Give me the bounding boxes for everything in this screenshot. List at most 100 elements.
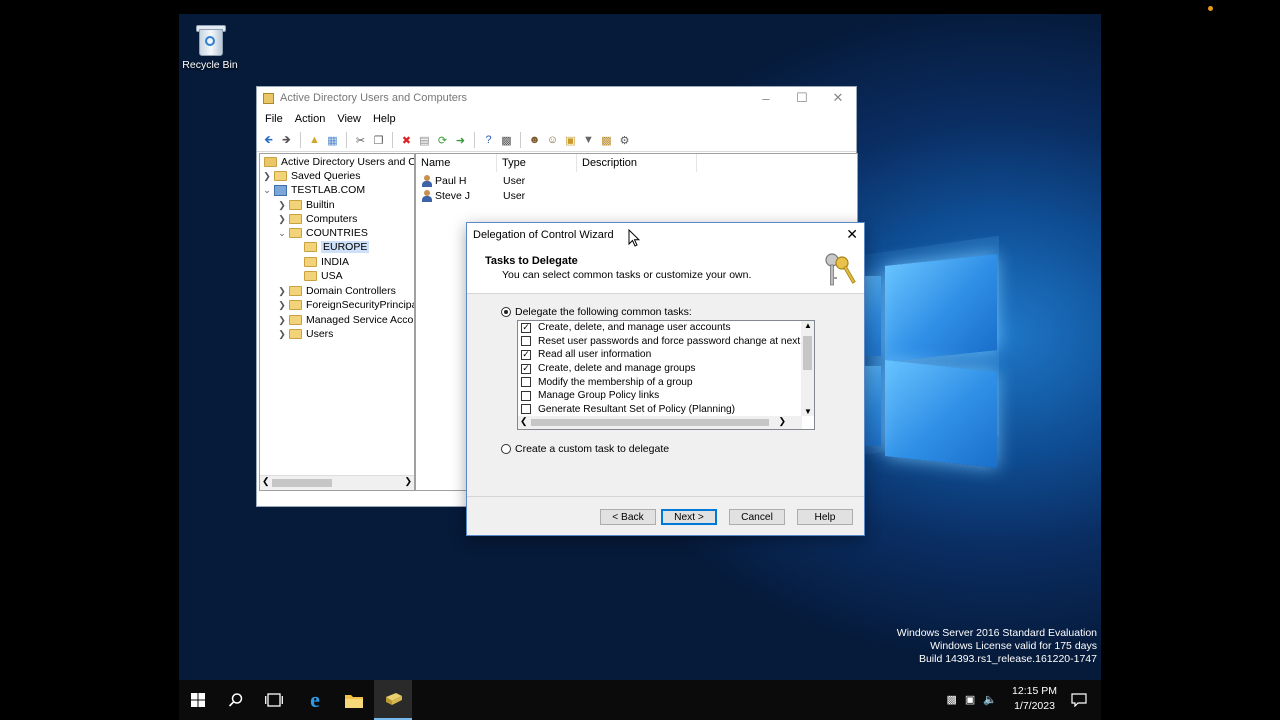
tree-managed[interactable]: ❯ Managed Service Accour	[277, 313, 414, 327]
scroll-up-icon[interactable]: ▲	[804, 321, 812, 330]
up-folder-icon[interactable]: ▲	[307, 133, 322, 148]
new-group-icon[interactable]: ☺	[545, 133, 560, 148]
expand-icon[interactable]: ❯	[277, 214, 287, 225]
new-ou-icon[interactable]: ▣	[563, 133, 578, 148]
checkbox[interactable]: ✓	[521, 363, 531, 374]
next-button[interactable]: Next >	[661, 509, 717, 525]
action-center-warning-icon[interactable]: ▣	[965, 693, 975, 706]
scroll-left-icon[interactable]: ❮	[520, 416, 528, 427]
task-item[interactable]: Manage Group Policy links	[521, 389, 659, 403]
tree-hscrollbar[interactable]: ❮ ❯	[260, 475, 414, 490]
tree-domain[interactable]: ⌄ TESTLAB.COM	[262, 183, 365, 197]
expand-icon[interactable]: ❯	[277, 286, 287, 297]
menu-action[interactable]: Action	[289, 113, 332, 125]
task-item[interactable]: Generate Resultant Set of Policy (Planni…	[521, 403, 735, 417]
tree-computers[interactable]: ❯ Computers	[277, 212, 357, 226]
expand-icon[interactable]: ❯	[262, 171, 272, 182]
tree-domain-controllers[interactable]: ❯ Domain Controllers	[277, 284, 396, 298]
aduc-taskbar-button[interactable]	[374, 680, 412, 720]
checkbox[interactable]	[521, 336, 531, 347]
task-view-button[interactable]	[255, 680, 293, 720]
task-item[interactable]: Reset user passwords and force password …	[521, 335, 814, 349]
file-explorer-button[interactable]	[335, 680, 373, 720]
expand-icon[interactable]: ❯	[277, 315, 287, 326]
volume-muted-icon[interactable]: 🔈	[983, 693, 997, 706]
export-list-icon[interactable]: ➜	[453, 133, 468, 148]
cancel-button[interactable]: Cancel	[729, 509, 785, 525]
start-button[interactable]	[179, 680, 217, 720]
scroll-down-icon[interactable]: ▼	[804, 407, 812, 416]
tree-root[interactable]: Active Directory Users and Com	[262, 155, 414, 169]
checkbox[interactable]	[521, 377, 531, 388]
network-icon[interactable]: ▩	[946, 693, 956, 706]
show-tree-icon[interactable]: ▦	[325, 133, 340, 148]
scroll-left-icon[interactable]: ❮	[262, 476, 270, 487]
clock[interactable]: 12:15 PM 1/7/2023	[1012, 684, 1057, 714]
checkbox[interactable]	[521, 404, 531, 415]
tree-usa[interactable]: USA	[302, 269, 343, 283]
expand-icon[interactable]: ❯	[277, 329, 287, 340]
recycle-bin[interactable]: Recycle Bin	[179, 20, 241, 71]
search-button[interactable]	[217, 680, 255, 720]
checkbox[interactable]	[521, 390, 531, 401]
task-item[interactable]: Modify the membership of a group	[521, 375, 693, 389]
back-arrow-icon[interactable]: 🡸	[261, 133, 276, 148]
add-to-group-icon[interactable]: ▩	[599, 133, 614, 148]
collapse-icon[interactable]: ⌄	[262, 185, 272, 196]
console-icon[interactable]: ▩	[499, 133, 514, 148]
tree-pane[interactable]: Active Directory Users and Com ❯ Saved Qu…	[259, 153, 415, 491]
expand-icon[interactable]: ❯	[277, 200, 287, 211]
properties-icon[interactable]: ▤	[417, 133, 432, 148]
minimize-button[interactable]: –	[748, 87, 784, 109]
radio-custom-task[interactable]	[501, 444, 511, 454]
forward-arrow-icon[interactable]: 🡺	[279, 133, 294, 148]
tree-builtin[interactable]: ❯ Builtin	[277, 198, 334, 212]
refresh-icon[interactable]: ⟳	[435, 133, 450, 148]
help-button[interactable]: Help	[797, 509, 853, 525]
tree-europe[interactable]: EUROPE	[302, 240, 370, 254]
col-name[interactable]: Name	[416, 154, 497, 172]
delete-icon[interactable]: ✖	[399, 133, 414, 148]
col-description[interactable]: Description	[577, 154, 697, 172]
task-item[interactable]: ✓ Create, delete, and manage user account…	[521, 321, 731, 335]
menu-view[interactable]: View	[331, 113, 367, 125]
tree-india[interactable]: INDIA	[302, 255, 349, 269]
filter-icon[interactable]: ▼	[581, 133, 596, 148]
new-user-icon[interactable]: ☻	[527, 133, 542, 148]
tree-foreign[interactable]: ❯ ForeignSecurityPrincipals	[277, 298, 414, 312]
table-row[interactable]: Paul H User	[422, 174, 525, 188]
wizard-titlebar[interactable]: Delegation of Control Wizard	[467, 223, 864, 247]
delegate-icon[interactable]: ⚙	[617, 133, 632, 148]
maximize-button[interactable]: ☐	[784, 87, 820, 109]
notifications-button[interactable]	[1057, 680, 1101, 720]
close-button[interactable]: ✕	[820, 87, 856, 109]
scroll-right-icon[interactable]: ❯	[778, 416, 786, 427]
internet-explorer-button[interactable]: e	[296, 680, 334, 720]
checkbox[interactable]: ✓	[521, 322, 531, 333]
tasks-vscrollbar[interactable]: ▲ ▼	[801, 321, 814, 416]
collapse-icon[interactable]: ⌄	[277, 228, 287, 239]
task-item[interactable]: ✓ Read all user information	[521, 348, 651, 362]
radio-common-tasks[interactable]	[501, 307, 511, 317]
copy-icon[interactable]: ❐	[371, 133, 386, 148]
expand-icon[interactable]: ❯	[277, 300, 287, 311]
tree-saved-queries[interactable]: ❯ Saved Queries	[262, 169, 360, 183]
tree-countries[interactable]: ⌄ COUNTRIES	[277, 226, 368, 240]
menu-file[interactable]: File	[259, 113, 289, 125]
menu-help[interactable]: Help	[367, 113, 402, 125]
help-icon[interactable]: ?	[481, 133, 496, 148]
tasks-listbox[interactable]: ✓ Create, delete, and manage user account…	[517, 320, 815, 430]
tasks-hscrollbar[interactable]: ❮ ❯	[518, 416, 802, 429]
cut-icon[interactable]: ✂	[353, 133, 368, 148]
option-custom-task[interactable]: Create a custom task to delegate	[501, 443, 669, 455]
delegation-wizard: Delegation of Control Wizard ✕ Tasks to …	[466, 222, 865, 536]
table-row[interactable]: Steve J User	[422, 189, 525, 203]
checkbox[interactable]: ✓	[521, 349, 531, 360]
option-common-tasks[interactable]: Delegate the following common tasks:	[501, 306, 692, 318]
tree-users[interactable]: ❯ Users	[277, 327, 333, 341]
col-type[interactable]: Type	[497, 154, 577, 172]
back-button[interactable]: < Back	[600, 509, 656, 525]
task-item[interactable]: ✓ Create, delete and manage groups	[521, 362, 695, 376]
wizard-close-icon[interactable]: ✕	[846, 226, 858, 243]
scroll-right-icon[interactable]: ❯	[404, 476, 412, 487]
